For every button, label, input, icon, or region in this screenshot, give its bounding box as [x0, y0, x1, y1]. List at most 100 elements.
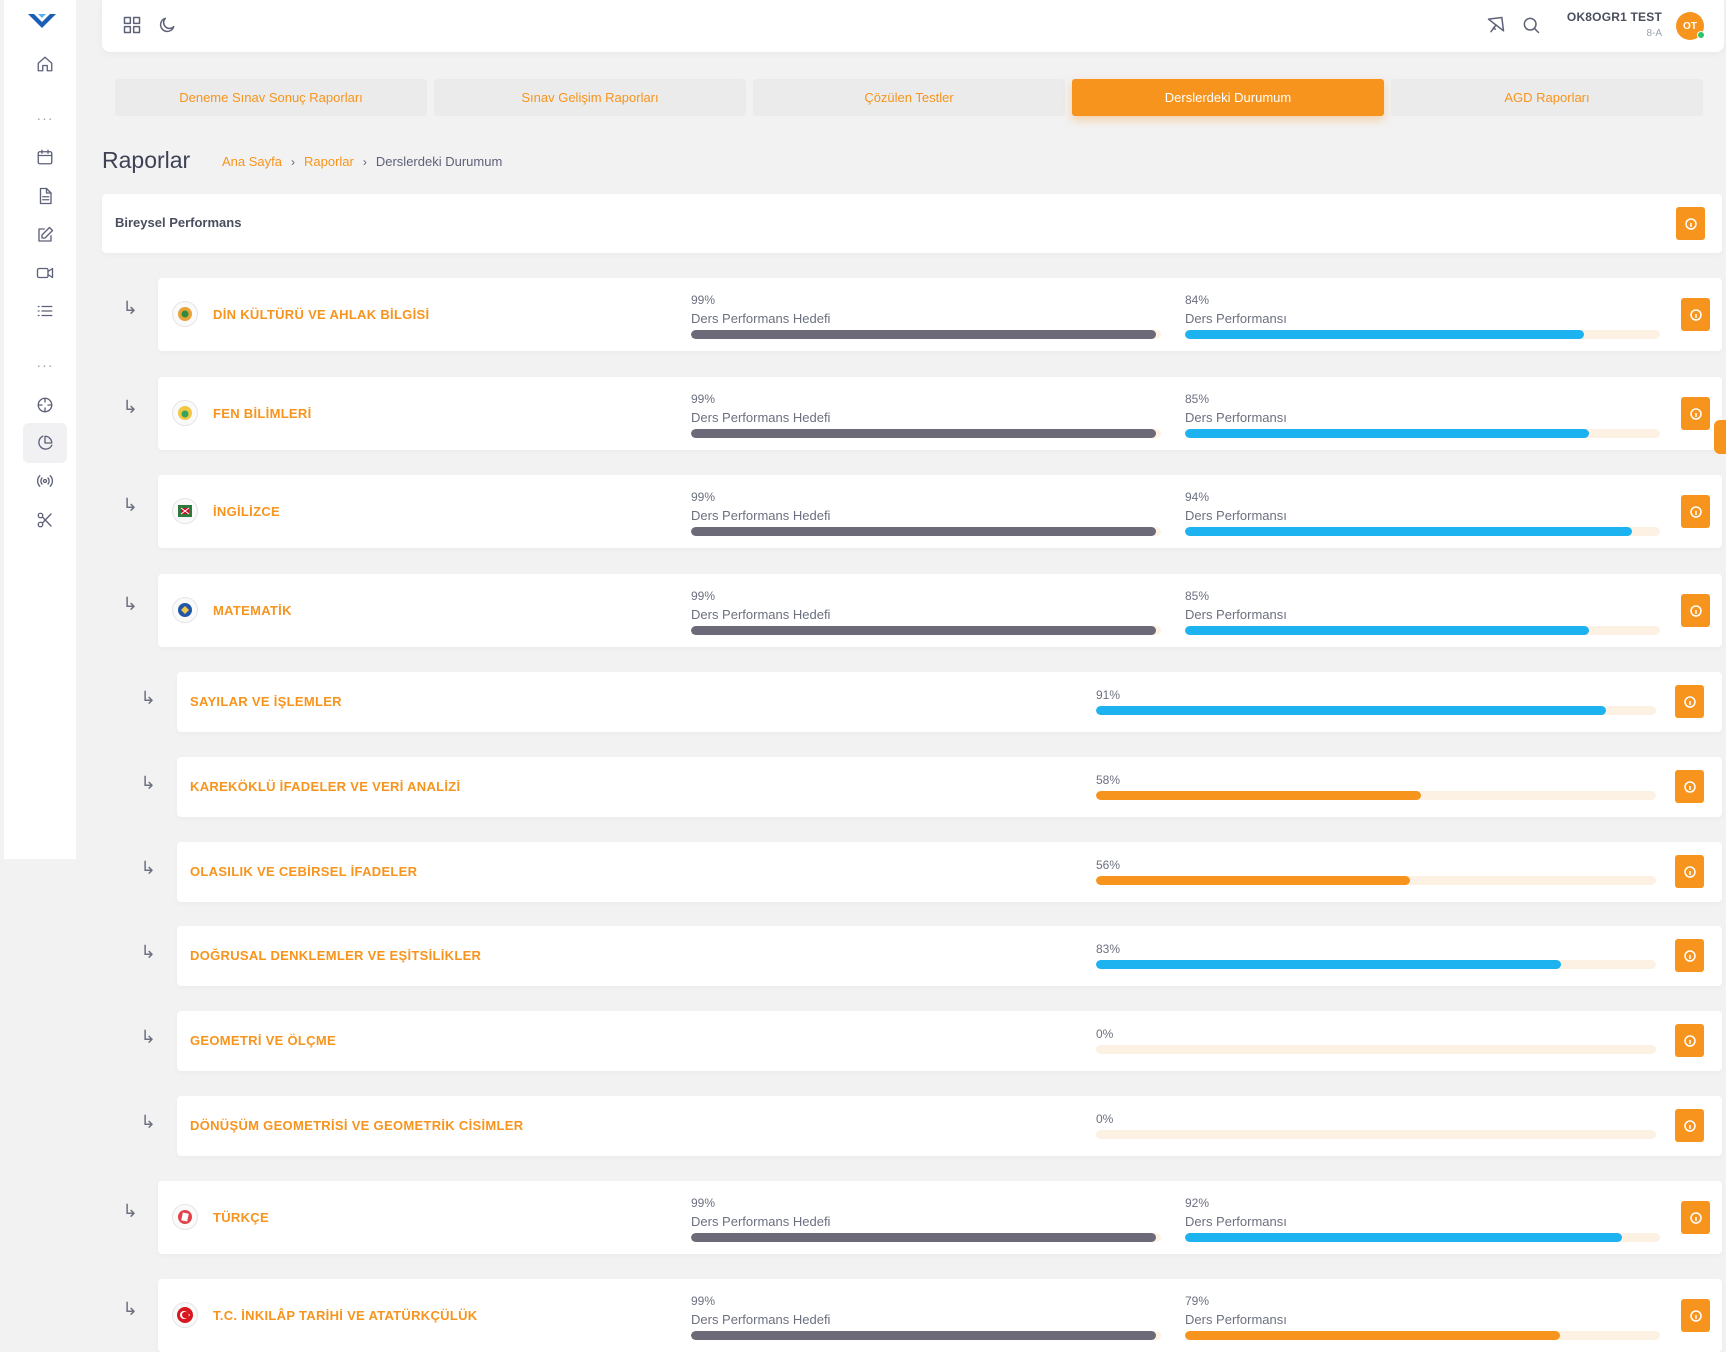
list-icon[interactable] — [23, 291, 67, 331]
topic-name[interactable]: OLASILIK VE CEBİRSEL İFADELER — [190, 864, 417, 879]
search-icon[interactable] — [1520, 14, 1542, 36]
actual-label: Ders Performansı — [1185, 607, 1287, 622]
info-icon — [1689, 308, 1702, 321]
target-bar — [691, 429, 1161, 438]
inkilap-icon — [172, 1302, 198, 1328]
info-button[interactable] — [1681, 1299, 1710, 1332]
tab-deneme-sinav-sonuc[interactable]: Deneme Sınav Sonuç Raporları — [115, 79, 427, 116]
info-button[interactable] — [1681, 594, 1710, 627]
subject-card[interactable]: FEN BİLİMLERİ 99% Ders Performans Hedefi… — [158, 377, 1722, 450]
tab-agd-raporlari[interactable]: AGD Raporları — [1391, 79, 1703, 116]
target-bar-fill — [691, 626, 1157, 635]
topic-bar-fill — [1096, 876, 1410, 885]
subject-name[interactable]: DİN KÜLTÜRÜ VE AHLAK BİLGİSİ — [213, 307, 429, 322]
info-button[interactable] — [1675, 770, 1704, 803]
info-button[interactable] — [1676, 207, 1705, 240]
document-icon[interactable] — [23, 176, 67, 216]
topic-bar-fill — [1096, 706, 1606, 715]
info-button[interactable] — [1675, 1109, 1704, 1142]
actual-percent: 85% — [1185, 392, 1210, 406]
actual-bar-fill — [1185, 626, 1589, 635]
scissors-icon[interactable] — [23, 500, 67, 540]
pen-tool-icon[interactable] — [1485, 14, 1507, 36]
tab-derslerdeki-durumum[interactable]: Derslerdeki Durumum — [1072, 79, 1384, 116]
tab-sinav-gelisim[interactable]: Sınav Gelişim Raporları — [434, 79, 746, 116]
subject-card[interactable]: MATEMATİK 99% Ders Performans Hedefi 85%… — [158, 574, 1722, 647]
breadcrumb-home[interactable]: Ana Sayfa — [222, 154, 282, 169]
subject-name[interactable]: İNGİLİZCE — [213, 504, 280, 519]
sub-arrow-icon: ↳ — [122, 397, 138, 417]
topic-percent: 0% — [1096, 1112, 1114, 1126]
actual-label: Ders Performansı — [1185, 311, 1287, 326]
topic-card[interactable]: OLASILIK VE CEBİRSEL İFADELER 56% — [177, 842, 1722, 902]
actual-label: Ders Performansı — [1185, 508, 1287, 523]
sub-arrow-icon: ↳ — [122, 594, 138, 614]
breadcrumb-raporlar[interactable]: Raporlar — [304, 154, 354, 169]
info-button[interactable] — [1675, 685, 1704, 718]
sub-arrow-icon: ↳ — [122, 495, 138, 515]
target-percent: 99% — [691, 589, 716, 603]
broadcast-icon[interactable] — [23, 461, 67, 501]
home-icon[interactable] — [23, 44, 67, 84]
moon-icon[interactable] — [156, 14, 178, 36]
actual-bar-fill — [1185, 1233, 1622, 1242]
actual-bar-fill — [1185, 527, 1632, 536]
topic-bar — [1096, 876, 1656, 885]
logo-icon[interactable] — [26, 10, 58, 32]
topic-name[interactable]: SAYILAR VE İŞLEMLER — [190, 694, 342, 709]
subject-card[interactable]: T.C. İNKILÂP TARİHİ VE ATATÜRKÇÜLÜK 99% … — [158, 1279, 1722, 1352]
topic-card[interactable]: DÖNÜŞÜM GEOMETRİSİ VE GEOMETRİK CİSİMLER… — [177, 1096, 1722, 1156]
side-panel-toggle[interactable] — [1714, 420, 1726, 454]
topic-name[interactable]: DÖNÜŞÜM GEOMETRİSİ VE GEOMETRİK CİSİMLER — [190, 1118, 523, 1133]
subject-name[interactable]: T.C. İNKILÂP TARİHİ VE ATATÜRKÇÜLÜK — [213, 1308, 477, 1323]
subject-card[interactable]: DİN KÜLTÜRÜ VE AHLAK BİLGİSİ 99% Ders Pe… — [158, 278, 1722, 351]
topic-name[interactable]: KAREKÖKLÜ İFADELER VE VERİ ANALİZİ — [190, 779, 460, 794]
topic-card[interactable]: SAYILAR VE İŞLEMLER 91% — [177, 672, 1722, 732]
user-name[interactable]: OK8OGR1 TEST — [1567, 10, 1662, 24]
turkce-icon — [172, 1204, 198, 1230]
actual-percent: 94% — [1185, 490, 1210, 504]
sub-arrow-icon: ↳ — [140, 942, 156, 962]
info-button[interactable] — [1681, 1201, 1710, 1234]
top-header: OK8OGR1 TEST 8-A OT — [102, 0, 1724, 52]
menu-dots-icon: ··· — [36, 357, 54, 373]
subject-card[interactable]: İNGİLİZCE 99% Ders Performans Hedefi 94%… — [158, 475, 1722, 548]
apps-grid-icon[interactable] — [121, 14, 143, 36]
subject-name[interactable]: FEN BİLİMLERİ — [213, 406, 312, 421]
topic-bar — [1096, 791, 1656, 800]
topic-card[interactable]: KAREKÖKLÜ İFADELER VE VERİ ANALİZİ 58% — [177, 757, 1722, 817]
topic-name[interactable]: GEOMETRİ VE ÖLÇME — [190, 1033, 336, 1048]
video-icon[interactable] — [23, 253, 67, 293]
info-button[interactable] — [1675, 855, 1704, 888]
topic-card[interactable]: GEOMETRİ VE ÖLÇME 0% — [177, 1011, 1722, 1071]
info-button[interactable] — [1681, 397, 1710, 430]
target-icon[interactable] — [23, 385, 67, 425]
performance-title: Bireysel Performans — [115, 215, 242, 230]
actual-bar-fill — [1185, 330, 1584, 339]
breadcrumb-current: Derslerdeki Durumum — [375, 154, 503, 169]
info-button[interactable] — [1675, 1024, 1704, 1057]
info-icon — [1689, 604, 1702, 617]
tab-cozulen-testler[interactable]: Çözülen Testler — [753, 79, 1065, 116]
info-button[interactable] — [1681, 495, 1710, 528]
info-button[interactable] — [1675, 939, 1704, 972]
actual-label: Ders Performansı — [1185, 410, 1287, 425]
sub-arrow-icon: ↳ — [122, 1201, 138, 1221]
info-icon — [1683, 780, 1696, 793]
matematik-icon — [172, 597, 198, 623]
target-percent: 99% — [691, 490, 716, 504]
info-icon — [1689, 407, 1702, 420]
subject-name[interactable]: TÜRKÇE — [213, 1210, 269, 1225]
calendar-icon[interactable] — [23, 137, 67, 177]
subject-name[interactable]: MATEMATİK — [213, 603, 292, 618]
info-button[interactable] — [1681, 298, 1710, 331]
topic-name[interactable]: DOĞRUSAL DENKLEMLER VE EŞİTSİLİKLER — [190, 948, 481, 963]
edit-icon[interactable] — [23, 215, 67, 255]
sub-arrow-icon: ↳ — [140, 773, 156, 793]
topic-bar-fill — [1096, 791, 1421, 800]
topic-card[interactable]: DOĞRUSAL DENKLEMLER VE EŞİTSİLİKLER 83% — [177, 926, 1722, 986]
subject-card[interactable]: TÜRKÇE 99% Ders Performans Hedefi 92% De… — [158, 1181, 1722, 1254]
pie-chart-icon[interactable] — [23, 423, 67, 463]
sub-arrow-icon: ↳ — [140, 858, 156, 878]
info-icon — [1689, 505, 1702, 518]
